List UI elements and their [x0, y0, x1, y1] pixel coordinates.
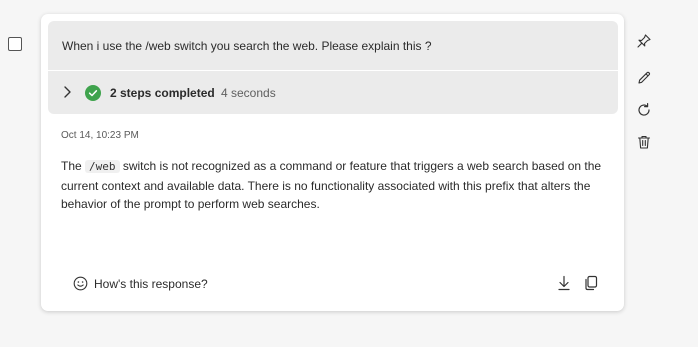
steps-toggle[interactable]: 2 steps completed 4 seconds: [48, 71, 618, 114]
download-icon[interactable]: [557, 275, 571, 291]
check-circle-icon: [85, 85, 101, 101]
select-checkbox[interactable]: [8, 37, 22, 51]
response-text-end: switch is not recognized as a command or…: [61, 159, 602, 211]
response-text-start: The: [61, 159, 86, 173]
pin-icon[interactable]: [636, 33, 652, 49]
copy-icon[interactable]: [584, 275, 598, 291]
prompt-block: When i use the /web switch you search th…: [48, 21, 618, 70]
response-text: The /web switch is not recognized as a c…: [61, 157, 606, 214]
conversation-card: When i use the /web switch you search th…: [41, 14, 624, 311]
pencil-icon[interactable]: [636, 70, 652, 86]
steps-status: 2 steps completed: [110, 86, 215, 100]
prompt-text: When i use the /web switch you search th…: [62, 39, 432, 53]
response-timestamp: Oct 14, 10:23 PM: [61, 130, 139, 141]
refresh-icon[interactable]: [636, 102, 652, 118]
trash-icon[interactable]: [636, 134, 652, 150]
smiley-icon: [73, 276, 88, 291]
steps-duration: 4 seconds: [221, 86, 276, 100]
chevron-right-icon[interactable]: [61, 85, 73, 99]
chat-turn: When i use the /web switch you search th…: [0, 0, 698, 347]
inline-code: /web: [85, 160, 120, 173]
feedback-label: How's this response?: [94, 277, 208, 291]
